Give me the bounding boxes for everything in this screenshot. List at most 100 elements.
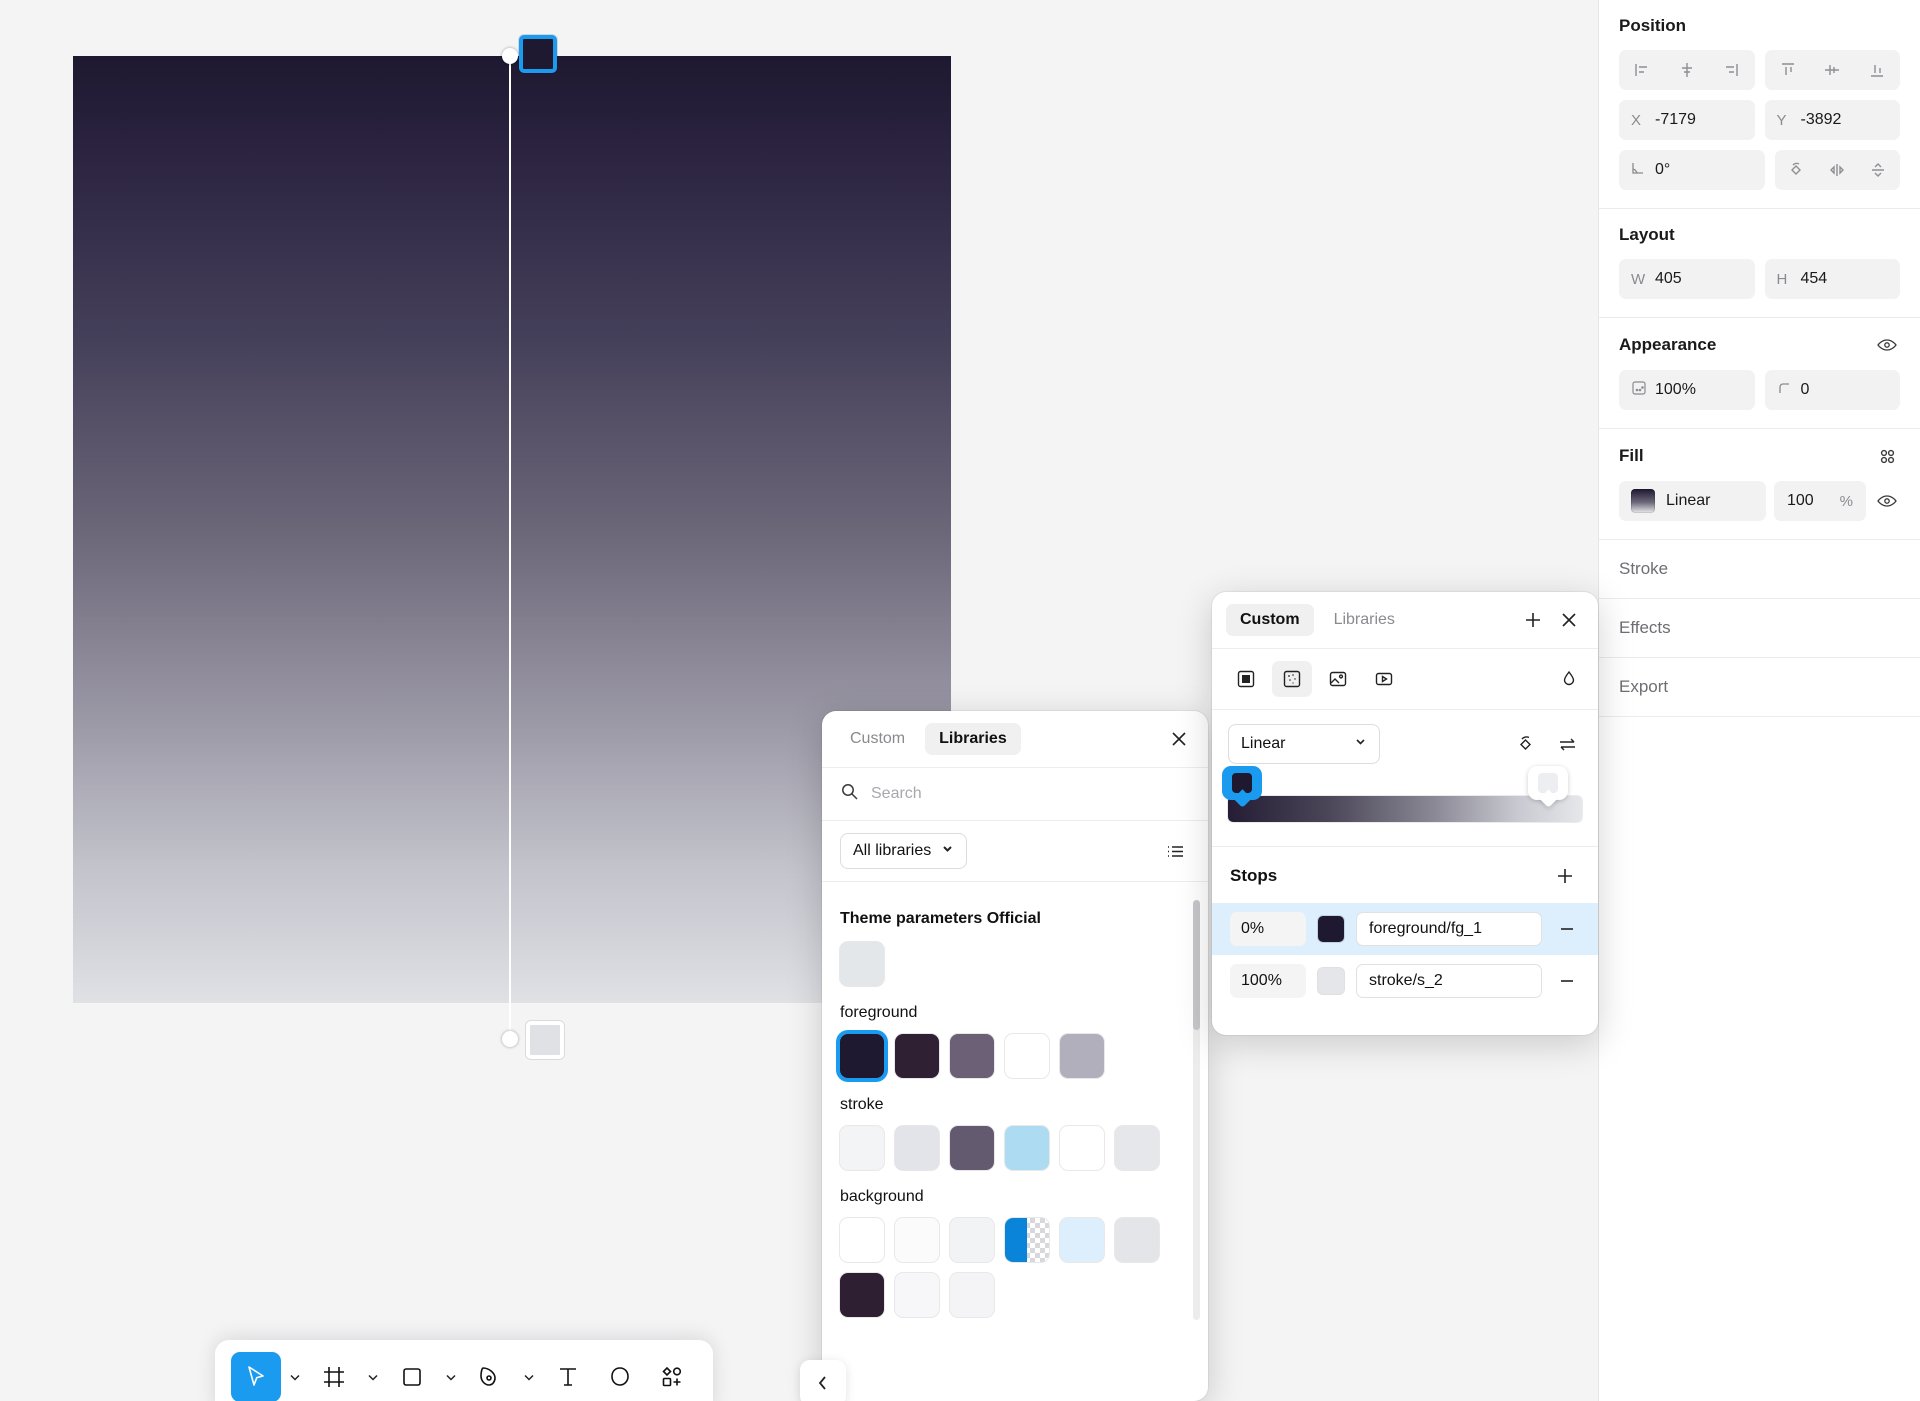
library-swatch[interactable]	[1005, 1218, 1049, 1262]
library-search-row[interactable]: Search	[822, 768, 1208, 821]
library-swatch[interactable]	[1060, 1126, 1104, 1170]
gradient-end-handle[interactable]	[526, 1021, 564, 1059]
image-paint-icon[interactable]	[1318, 661, 1358, 697]
export-section-header[interactable]: Export	[1599, 658, 1920, 717]
remove-stop-icon[interactable]	[1554, 919, 1580, 939]
tab-custom[interactable]: Custom	[1226, 604, 1314, 636]
list-view-icon[interactable]	[1160, 836, 1190, 866]
search-input[interactable]: Search	[871, 785, 922, 803]
opacity-field[interactable]: 100%	[1619, 370, 1755, 410]
move-tool[interactable]	[231, 1352, 281, 1401]
align-bottom-icon[interactable]	[1856, 52, 1899, 88]
align-vertical-center-icon[interactable]	[1811, 52, 1854, 88]
stop-position[interactable]: 0%	[1230, 912, 1306, 946]
tab-custom[interactable]: Custom	[836, 723, 919, 755]
width-field[interactable]: W 405	[1619, 259, 1755, 299]
frame-tool[interactable]	[309, 1352, 359, 1401]
library-swatch[interactable]	[1005, 1034, 1049, 1078]
move-tool-caret[interactable]	[283, 1352, 307, 1401]
add-stop-icon[interactable]	[1550, 861, 1580, 891]
library-scrollbar[interactable]	[1193, 900, 1200, 1320]
rectangle-tool-caret[interactable]	[439, 1352, 463, 1401]
height-field[interactable]: H 454	[1764, 259, 1900, 299]
align-top-icon[interactable]	[1767, 52, 1810, 88]
solid-paint-icon[interactable]	[1226, 661, 1266, 697]
library-swatch[interactable]	[1060, 1034, 1104, 1078]
library-swatch[interactable]	[895, 1034, 939, 1078]
stop-color-swatch[interactable]	[1318, 916, 1344, 942]
selected-rectangle[interactable]	[73, 56, 951, 1003]
gradient-type-dropdown[interactable]: Linear	[1228, 724, 1380, 764]
library-swatch[interactable]	[840, 1273, 884, 1317]
swatch-row-stroke	[840, 1126, 1190, 1170]
frame-tool-caret[interactable]	[361, 1352, 385, 1401]
reverse-gradient-icon[interactable]	[1552, 729, 1582, 759]
library-swatch[interactable]	[840, 1126, 884, 1170]
library-swatch[interactable]	[895, 1273, 939, 1317]
stop-color-name[interactable]: foreground/fg_1	[1356, 912, 1542, 946]
x-field[interactable]: X -7179	[1619, 100, 1755, 140]
effects-section-header[interactable]: Effects	[1599, 599, 1920, 658]
gradient-stop-pin-end[interactable]	[1528, 766, 1568, 808]
all-libraries-dropdown[interactable]: All libraries	[840, 833, 968, 869]
library-swatch[interactable]	[895, 1126, 939, 1170]
fill-paint-button[interactable]: Linear	[1619, 481, 1766, 521]
add-paint-icon[interactable]	[1518, 605, 1548, 635]
library-swatch[interactable]	[1005, 1126, 1049, 1170]
gradient-paint-icon[interactable]	[1272, 661, 1312, 697]
gradient-start-dot[interactable]	[502, 48, 518, 64]
flip-horizontal-icon[interactable]	[1818, 152, 1857, 188]
fill-gradient-swatch[interactable]	[1631, 489, 1655, 513]
pen-tool[interactable]	[465, 1352, 515, 1401]
align-right-icon[interactable]	[1710, 52, 1753, 88]
gradient-stop-pin-start[interactable]	[1222, 766, 1262, 808]
close-icon[interactable]	[1554, 605, 1584, 635]
tab-libraries[interactable]: Libraries	[1320, 604, 1409, 636]
video-paint-icon[interactable]	[1364, 661, 1404, 697]
comment-tool[interactable]	[595, 1352, 645, 1401]
library-swatch[interactable]	[1115, 1126, 1159, 1170]
remove-stop-icon[interactable]	[1554, 971, 1580, 991]
eyedropper-icon[interactable]	[1554, 664, 1584, 694]
library-swatch[interactable]	[1115, 1218, 1159, 1262]
library-swatch[interactable]	[950, 1126, 994, 1170]
rotate-gradient-icon[interactable]	[1510, 729, 1540, 759]
library-swatch[interactable]	[840, 1218, 884, 1262]
library-swatch[interactable]	[840, 942, 884, 986]
components-tool[interactable]	[647, 1352, 697, 1401]
gradient-stop-row[interactable]: 0% foreground/fg_1	[1212, 903, 1598, 955]
rotation-field[interactable]: 0°	[1619, 150, 1765, 190]
library-scrollbar-thumb[interactable]	[1193, 900, 1200, 1030]
stroke-section-header[interactable]: Stroke	[1599, 540, 1920, 599]
library-swatch[interactable]	[1060, 1218, 1104, 1262]
pen-tool-caret[interactable]	[517, 1352, 541, 1401]
fill-visibility-icon[interactable]	[1874, 490, 1900, 512]
y-field[interactable]: Y -3892	[1764, 100, 1900, 140]
corner-radius-field[interactable]: 0	[1764, 370, 1900, 410]
library-swatch[interactable]	[840, 1034, 884, 1078]
library-swatch[interactable]	[895, 1218, 939, 1262]
stop-color-name[interactable]: stroke/s_2	[1356, 964, 1542, 998]
stop-color-swatch[interactable]	[1318, 968, 1344, 994]
visibility-eye-icon[interactable]	[1874, 334, 1900, 356]
collapse-panel-button[interactable]	[800, 1360, 846, 1401]
stop-position[interactable]: 100%	[1230, 964, 1306, 998]
fill-styles-icon[interactable]	[1874, 445, 1900, 467]
search-icon	[840, 782, 859, 806]
fill-title: Fill	[1619, 446, 1644, 465]
gradient-stop-row[interactable]: 100% stroke/s_2	[1212, 955, 1598, 1007]
align-left-icon[interactable]	[1621, 52, 1664, 88]
tab-libraries[interactable]: Libraries	[925, 723, 1021, 755]
flip-vertical-icon[interactable]	[1859, 152, 1898, 188]
rotate-icon[interactable]	[1777, 152, 1816, 188]
align-horizontal-center-icon[interactable]	[1666, 52, 1709, 88]
library-swatch[interactable]	[950, 1273, 994, 1317]
close-icon[interactable]	[1164, 724, 1194, 754]
rectangle-tool[interactable]	[387, 1352, 437, 1401]
gradient-end-dot[interactable]	[502, 1031, 518, 1047]
library-swatch[interactable]	[950, 1034, 994, 1078]
fill-opacity-field[interactable]: 100 %	[1774, 481, 1866, 521]
library-swatch[interactable]	[950, 1218, 994, 1262]
text-tool[interactable]	[543, 1352, 593, 1401]
gradient-start-handle[interactable]	[519, 35, 557, 73]
